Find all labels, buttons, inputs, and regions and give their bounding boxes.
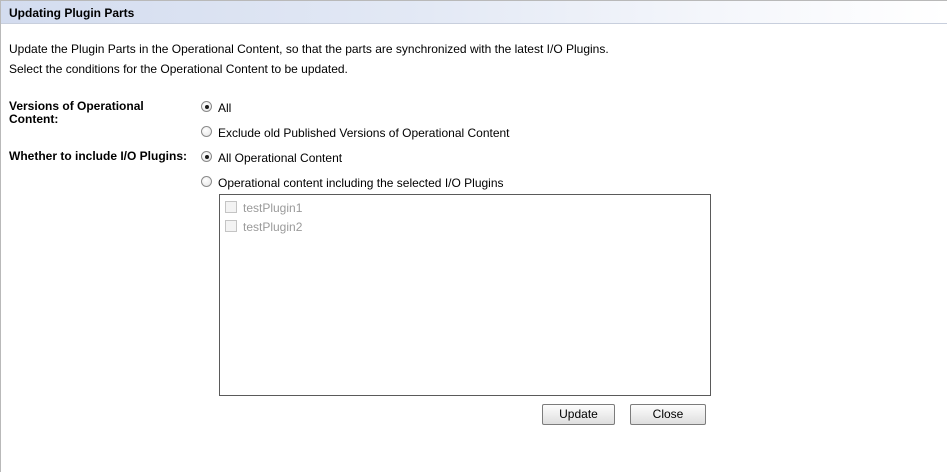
radio-button-icon[interactable] — [201, 176, 212, 187]
checkbox-icon — [225, 201, 237, 213]
radio-button-icon[interactable] — [201, 101, 212, 112]
versions-label: Versions of Operational Content: — [9, 99, 144, 126]
radio-label[interactable]: All — [218, 101, 231, 115]
radio-label[interactable]: Exclude old Published Versions of Operat… — [218, 126, 510, 140]
dialog-title: Updating Plugin Parts — [9, 6, 135, 20]
radio-button-icon[interactable] — [201, 126, 212, 137]
radio-button-icon[interactable] — [201, 151, 212, 162]
description-line-2: Select the conditions for the Operationa… — [9, 62, 348, 76]
radio-label[interactable]: Operational content including the select… — [218, 176, 504, 190]
updating-plugin-parts-dialog: Updating Plugin Parts Update the Plugin … — [0, 0, 947, 472]
include-plugins-label: Whether to include I/O Plugins: — [9, 149, 188, 163]
update-button[interactable]: Update — [542, 404, 615, 425]
plugin-list-box[interactable]: testPlugin1 testPlugin2 — [219, 194, 711, 396]
plugin-label: testPlugin1 — [243, 201, 303, 215]
close-button[interactable]: Close — [630, 404, 706, 425]
radio-label[interactable]: All Operational Content — [218, 151, 342, 165]
description-line-1: Update the Plugin Parts in the Operation… — [9, 42, 609, 56]
checkbox-icon — [225, 220, 237, 232]
plugin-label: testPlugin2 — [243, 220, 303, 234]
dialog-title-bar: Updating Plugin Parts — [1, 1, 947, 24]
